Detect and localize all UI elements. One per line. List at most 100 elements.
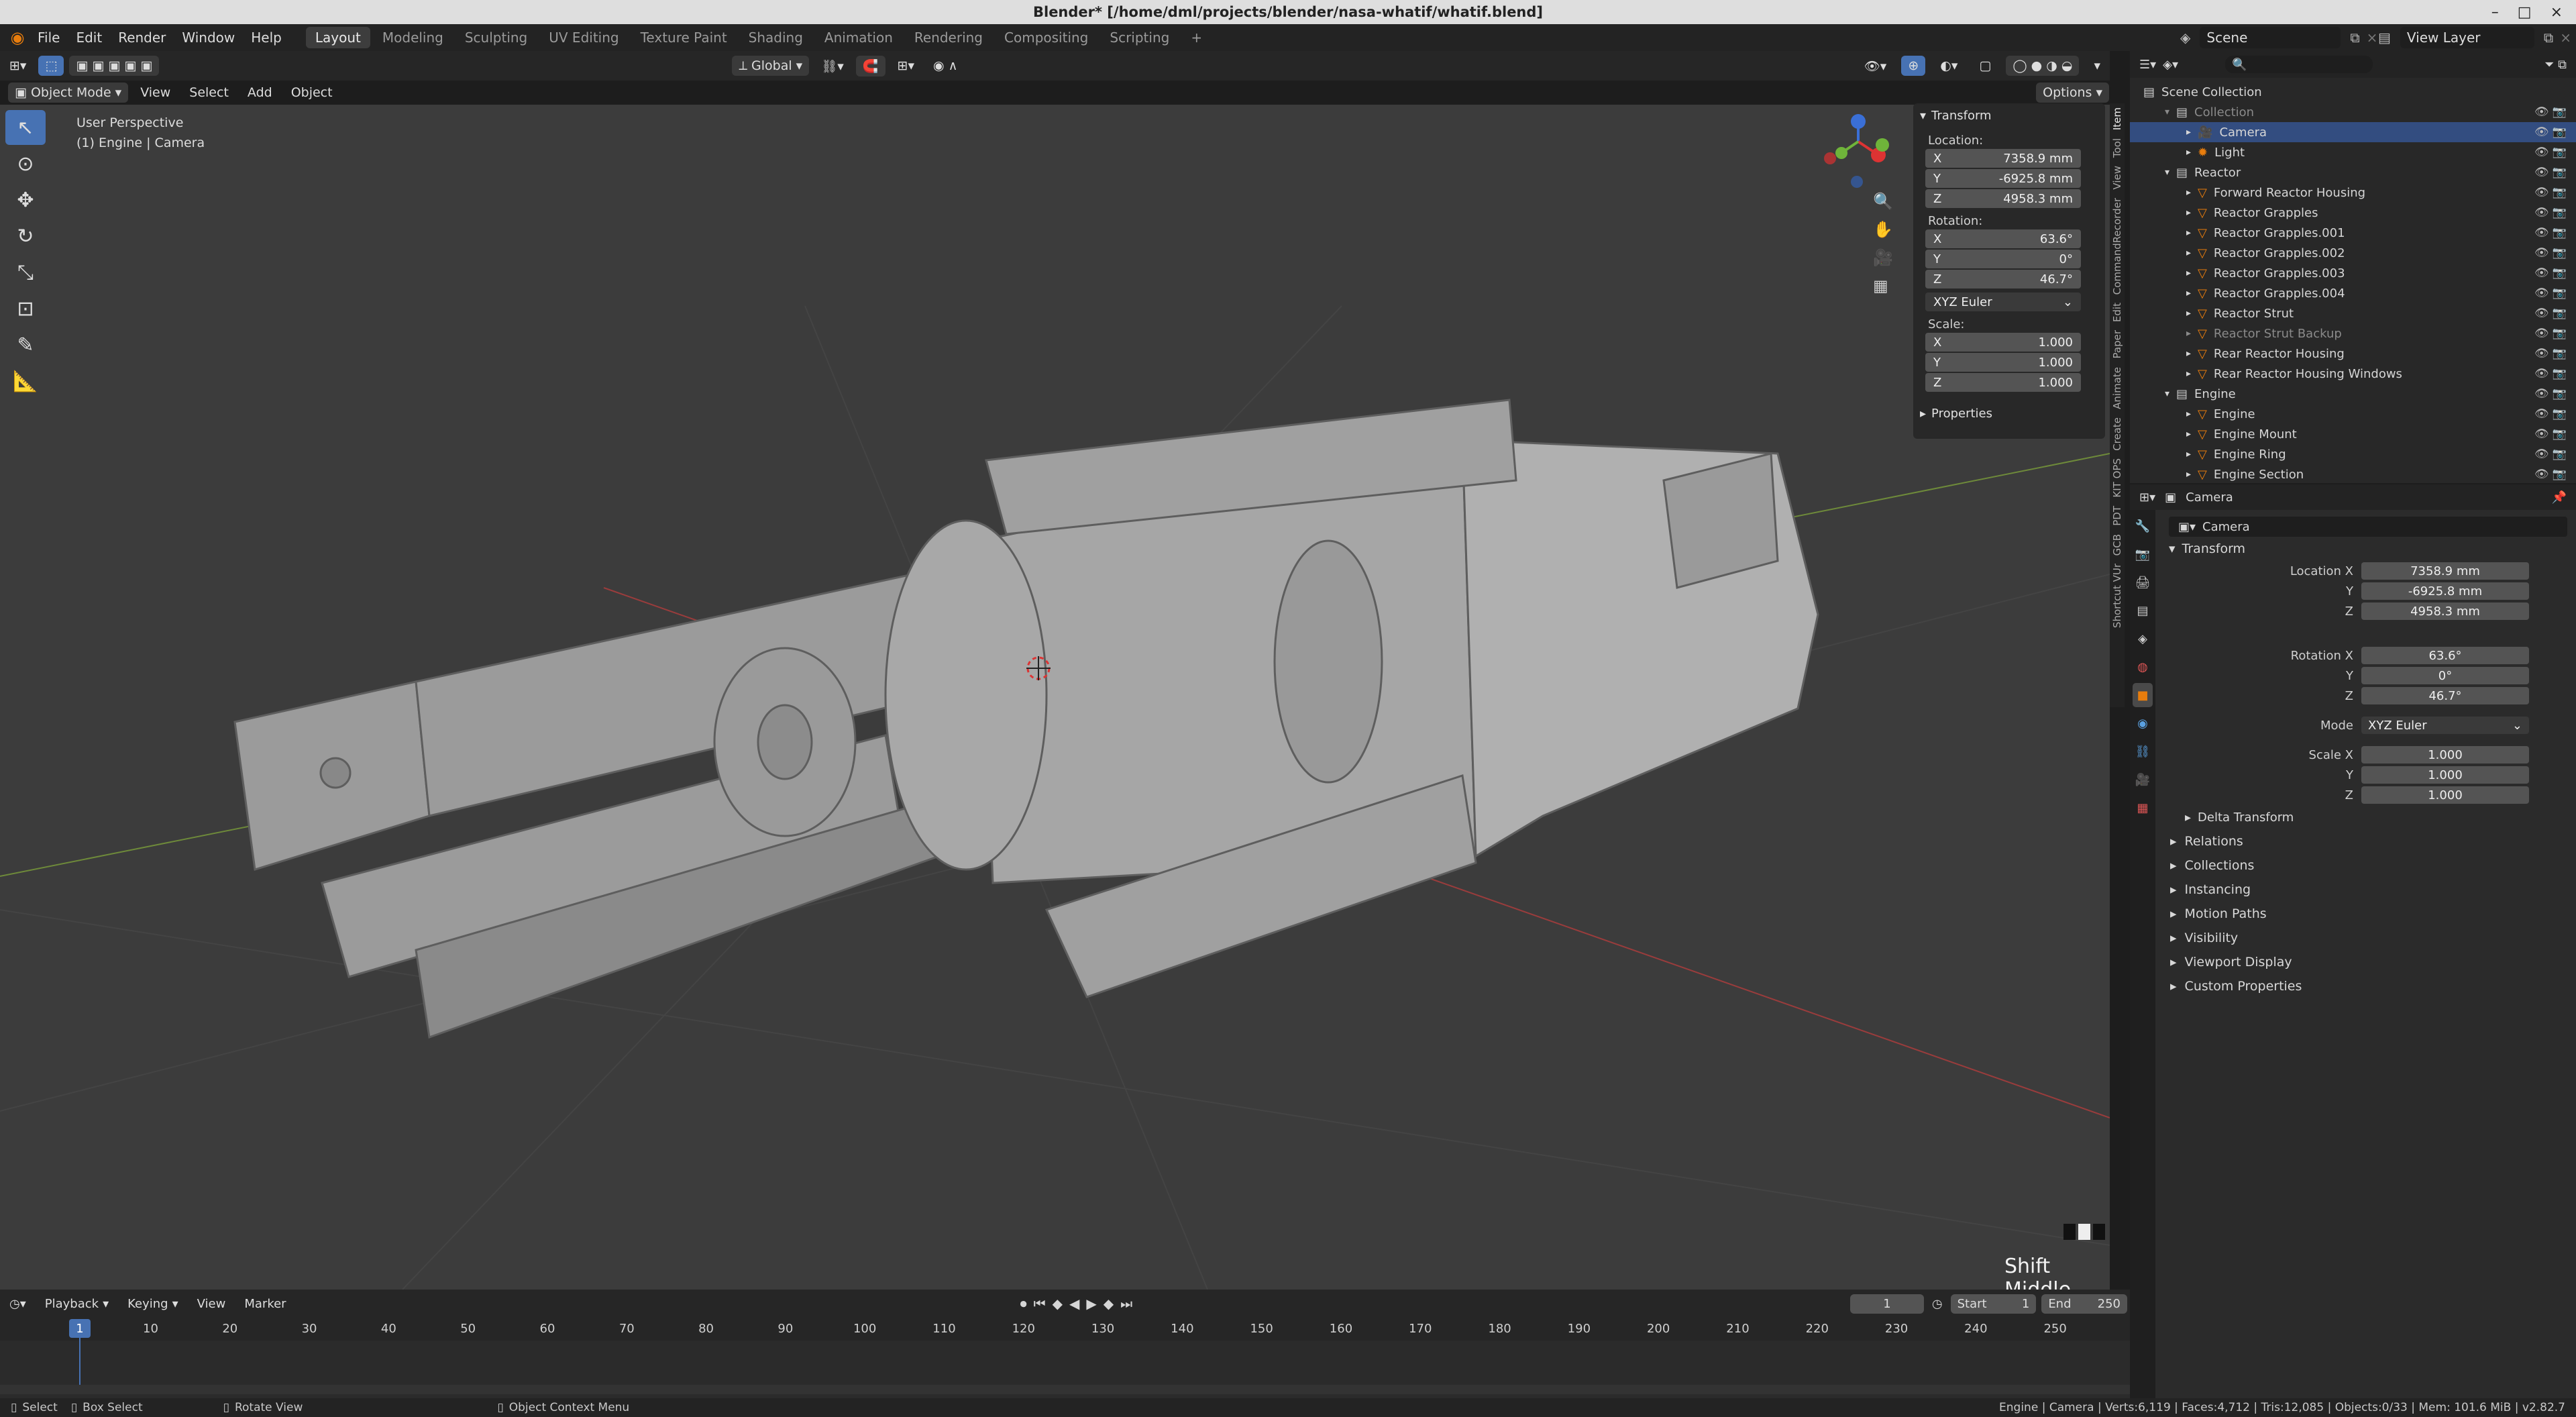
rotation-y-input[interactable]: 0° xyxy=(2361,667,2529,684)
expand-icon[interactable]: ▾ xyxy=(2165,107,2169,117)
snap-icon[interactable]: 🧲 xyxy=(855,55,885,76)
eye-icon[interactable]: 👁 📷 xyxy=(2534,367,2567,380)
transform-orientation-dropdown[interactable]: ⟂ Global ▾ xyxy=(732,56,810,76)
delete-scene-icon[interactable]: × xyxy=(2367,30,2378,46)
expand-icon[interactable]: ▸ xyxy=(2186,348,2191,359)
pan-hand-icon[interactable]: ✋ xyxy=(1873,220,1893,239)
tool-settings-icon[interactable]: 🔧 xyxy=(2133,514,2153,538)
camera-view-icon[interactable]: 🎥 xyxy=(1873,248,1893,267)
outliner-row[interactable]: ▸ ▽ Reactor Grapples.001 👁 📷 xyxy=(2130,223,2576,243)
properties-panel-header[interactable]: ▸ Properties xyxy=(1913,401,2105,425)
annotate-tool-icon[interactable]: ✎ xyxy=(5,327,46,362)
next-keyframe-icon[interactable]: ◆ xyxy=(1104,1296,1114,1312)
eye-icon[interactable]: 👁 📷 xyxy=(2534,286,2567,300)
proportional-edit-icon[interactable]: ◉ ∧ xyxy=(926,56,965,76)
timeline-scrollbar[interactable] xyxy=(0,1385,2130,1394)
shading-icons[interactable]: ◯ ● ◑ ◒ xyxy=(2006,56,2080,76)
expand-icon[interactable]: ▾ xyxy=(2165,388,2169,399)
outliner-row[interactable]: ▸ ▽ Forward Reactor Housing 👁 📷 xyxy=(2130,182,2576,203)
new-view-layer-icon[interactable]: ⧉ xyxy=(2544,30,2553,46)
3d-viewport[interactable]: User Perspective (1) Engine | Camera 🔍 ✋… xyxy=(0,105,2110,1290)
outliner-row[interactable]: ▸ ✹ Light 👁 📷 xyxy=(2130,142,2576,162)
outliner-row[interactable]: ▸ ▽ Rear Reactor Housing Windows 👁 📷 xyxy=(2130,364,2576,384)
xray-icon[interactable]: ▢ xyxy=(1972,56,1998,76)
tab-sculpting[interactable]: Sculpting xyxy=(455,27,537,48)
outliner-row[interactable]: ▸ ▽ Engine 👁 📷 xyxy=(2130,404,2576,424)
output-icon[interactable]: 🖨 xyxy=(2133,570,2153,594)
menu-window[interactable]: Window xyxy=(174,30,243,46)
current-frame-field[interactable]: 1 xyxy=(1850,1294,1924,1314)
delete-view-layer-icon[interactable]: × xyxy=(2560,30,2571,46)
select-tool-icon[interactable]: ⬚ xyxy=(38,56,64,76)
expand-icon[interactable]: ▸ xyxy=(2186,368,2191,379)
tab-shortcut-vur[interactable]: Shortcut VUr xyxy=(2111,564,2123,628)
tab-gcb[interactable]: GCB xyxy=(2111,534,2123,556)
location-x-input[interactable]: 7358.9 mm xyxy=(2361,562,2529,580)
object-data-tab-icon[interactable]: 🎥 xyxy=(2133,768,2153,792)
object-tab-icon[interactable]: ■ xyxy=(2133,683,2153,707)
menu-timeline-view[interactable]: View xyxy=(191,1294,233,1314)
menu-marker[interactable]: Marker xyxy=(237,1294,292,1314)
outliner-row[interactable]: ▸ ▽ Reactor Strut Backup 👁 📷 xyxy=(2130,323,2576,344)
jump-end-icon[interactable]: ⏭ xyxy=(1120,1296,1132,1312)
transform-section-header[interactable]: ▾ Transform xyxy=(2154,537,2576,561)
physics-icon[interactable]: ◉ xyxy=(2133,711,2153,735)
tab-texture-paint[interactable]: Texture Paint xyxy=(631,27,737,48)
rotation-y-field[interactable]: Y 0° xyxy=(1925,250,2081,268)
scale-x-input[interactable]: 1.000 xyxy=(2361,746,2529,764)
object-name-field[interactable]: ▣▾ Camera xyxy=(2169,517,2567,537)
eye-icon[interactable]: 👁 📷 xyxy=(2534,166,2567,179)
transform-tool-icon[interactable]: ⊡ xyxy=(5,291,46,326)
expand-icon[interactable]: ▸ xyxy=(2186,308,2191,319)
expand-icon[interactable]: ▸ xyxy=(2186,187,2191,198)
properties-section-header[interactable]: ▸ Instancing xyxy=(2155,878,2576,902)
expand-icon[interactable]: ▸ xyxy=(2186,268,2191,278)
play-icon[interactable]: ▶ xyxy=(1086,1296,1096,1312)
start-frame-field[interactable]: Start 1 xyxy=(1950,1294,2037,1314)
eye-icon[interactable]: 👁 📷 xyxy=(2534,125,2567,139)
selection-mode-icons[interactable]: ▣ ▣ ▣ ▣ ▣ xyxy=(69,56,160,76)
menu-playback[interactable]: Playback ▾ xyxy=(38,1294,115,1314)
properties-editor-icon[interactable]: ⊞▾ xyxy=(2139,490,2155,505)
menu-object[interactable]: Object xyxy=(284,83,339,103)
menu-select[interactable]: Select xyxy=(182,83,235,103)
outliner-row[interactable]: ▸ ▽ Reactor Grapples 👁 📷 xyxy=(2130,203,2576,223)
expand-icon[interactable]: ▸ xyxy=(2186,409,2191,419)
clock-icon[interactable]: ◷ xyxy=(1932,1297,1943,1311)
scene-collection-row[interactable]: ▤ Scene Collection xyxy=(2130,82,2576,102)
scale-y-field[interactable]: Y 1.000 xyxy=(1925,353,2081,372)
gizmo-icon[interactable]: ⊕ xyxy=(1901,56,1926,76)
outliner-row[interactable]: ▸ 🎥 Camera 👁 📷 xyxy=(2130,122,2576,142)
outliner-row[interactable]: ▾ ▤ Collection 👁 📷 xyxy=(2130,102,2576,122)
select-box-tool-icon[interactable]: ↖ xyxy=(5,110,46,145)
expand-icon[interactable]: ▸ xyxy=(2186,248,2191,258)
expand-icon[interactable]: ▾ xyxy=(2165,167,2169,178)
record-icon[interactable]: ⏺ xyxy=(1020,1296,1027,1312)
minimize-icon[interactable]: – xyxy=(2491,4,2499,21)
frame-ruler[interactable]: 10 20 30 40 50 60 70 80 90 100 110 120 130 140 150 160 1… xyxy=(0,1318,2130,1341)
properties-section-header[interactable]: ▸ Relations xyxy=(2155,829,2576,853)
world-icon[interactable]: ◍ xyxy=(2133,655,2153,679)
menu-add[interactable]: Add xyxy=(241,83,279,103)
tab-tool[interactable]: Tool xyxy=(2111,138,2123,158)
eye-icon[interactable]: 👁 📷 xyxy=(2534,468,2567,481)
outliner-editor-icon[interactable]: ☰▾ xyxy=(2139,58,2156,72)
eye-icon[interactable]: 👁 📷 xyxy=(2534,266,2567,280)
overlay-icon[interactable]: ◐▾ xyxy=(1933,56,1964,76)
timeline-editor-icon[interactable]: ◷▾ xyxy=(3,1294,33,1314)
maximize-icon[interactable]: □ xyxy=(2518,4,2532,21)
scale-z-input[interactable]: 1.000 xyxy=(2361,786,2529,804)
playhead[interactable]: 1 xyxy=(69,1319,91,1338)
properties-section-header[interactable]: ▸ Visibility xyxy=(2155,926,2576,950)
close-icon[interactable]: × xyxy=(2551,4,2563,21)
expand-icon[interactable]: ▸ xyxy=(2186,227,2191,238)
location-z-field[interactable]: Z 4958.3 mm xyxy=(1925,189,2081,208)
tab-animate[interactable]: Animate xyxy=(2111,367,2123,409)
eye-icon[interactable]: 👁 📷 xyxy=(2534,427,2567,441)
eye-icon[interactable]: 👁 📷 xyxy=(2534,448,2567,461)
scale-z-field[interactable]: Z 1.000 xyxy=(1925,373,2081,392)
zoom-icon[interactable]: 🔍 xyxy=(1873,192,1893,211)
blender-logo-icon[interactable]: ◉ xyxy=(5,28,30,47)
rotation-x-field[interactable]: X 63.6° xyxy=(1925,229,2081,248)
expand-icon[interactable]: ▸ xyxy=(2186,207,2191,218)
